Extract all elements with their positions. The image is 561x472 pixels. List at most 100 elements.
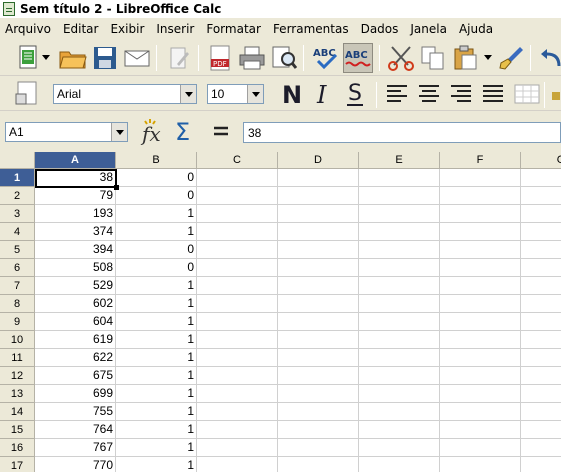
cell-d11[interactable] — [278, 349, 359, 367]
cell-f13[interactable] — [440, 385, 521, 403]
cell-b4[interactable]: 1 — [116, 223, 197, 241]
cell-c1[interactable] — [197, 169, 278, 187]
cell-e9[interactable] — [359, 313, 440, 331]
cell-e16[interactable] — [359, 439, 440, 457]
undo-icon[interactable] — [536, 43, 561, 73]
cell-e17[interactable] — [359, 457, 440, 472]
cell-a5[interactable]: 394 — [35, 241, 116, 259]
menu-exibir[interactable]: Exibir — [110, 22, 144, 36]
column-header-f[interactable]: F — [440, 152, 521, 169]
cell-g17[interactable] — [521, 457, 561, 472]
menu-ajuda[interactable]: Ajuda — [459, 22, 493, 36]
cut-scissors-icon[interactable] — [386, 43, 416, 73]
cell-g4[interactable] — [521, 223, 561, 241]
open-folder-icon[interactable] — [58, 43, 88, 73]
cell-c10[interactable] — [197, 331, 278, 349]
cell-f3[interactable] — [440, 205, 521, 223]
cell-a3[interactable]: 193 — [35, 205, 116, 223]
number-format-icon[interactable] — [550, 79, 560, 109]
cell-f5[interactable] — [440, 241, 521, 259]
cell-f6[interactable] — [440, 259, 521, 277]
cell-d7[interactable] — [278, 277, 359, 295]
bold-icon[interactable]: N — [276, 79, 306, 109]
cell-f9[interactable] — [440, 313, 521, 331]
cell-e8[interactable] — [359, 295, 440, 313]
cell-a8[interactable]: 602 — [35, 295, 116, 313]
cell-f2[interactable] — [440, 187, 521, 205]
font-name-dropdown-icon[interactable] — [180, 85, 196, 103]
column-header-c[interactable]: C — [197, 152, 278, 169]
cell-c16[interactable] — [197, 439, 278, 457]
cell-b6[interactable]: 0 — [116, 259, 197, 277]
italic-icon[interactable]: I — [308, 79, 338, 109]
cell-g2[interactable] — [521, 187, 561, 205]
row-header[interactable]: 2 — [0, 187, 35, 205]
cell-a4[interactable]: 374 — [35, 223, 116, 241]
row-header[interactable]: 6 — [0, 259, 35, 277]
cell-b13[interactable]: 1 — [116, 385, 197, 403]
export-pdf-icon[interactable]: PDF — [205, 43, 235, 73]
cell-b7[interactable]: 1 — [116, 277, 197, 295]
row-header[interactable]: 11 — [0, 349, 35, 367]
row-header[interactable]: 3 — [0, 205, 35, 223]
align-center-icon[interactable] — [414, 79, 444, 109]
cell-b10[interactable]: 1 — [116, 331, 197, 349]
cell-f4[interactable] — [440, 223, 521, 241]
cell-e11[interactable] — [359, 349, 440, 367]
cell-a6[interactable]: 508 — [35, 259, 116, 277]
cell-c4[interactable] — [197, 223, 278, 241]
formula-equals-icon[interactable] — [206, 116, 236, 146]
cell-d8[interactable] — [278, 295, 359, 313]
cell-g14[interactable] — [521, 403, 561, 421]
cell-a9[interactable]: 604 — [35, 313, 116, 331]
cell-e7[interactable] — [359, 277, 440, 295]
styles-formatting-icon[interactable] — [12, 79, 42, 109]
cell-c8[interactable] — [197, 295, 278, 313]
cell-c5[interactable] — [197, 241, 278, 259]
cell-e14[interactable] — [359, 403, 440, 421]
cell-e4[interactable] — [359, 223, 440, 241]
cell-c11[interactable] — [197, 349, 278, 367]
cell-c2[interactable] — [197, 187, 278, 205]
cell-c6[interactable] — [197, 259, 278, 277]
edit-file-icon[interactable] — [164, 43, 194, 73]
cell-d17[interactable] — [278, 457, 359, 472]
row-header[interactable]: 8 — [0, 295, 35, 313]
cell-e15[interactable] — [359, 421, 440, 439]
cell-b1[interactable]: 0 — [116, 169, 197, 187]
cell-g11[interactable] — [521, 349, 561, 367]
cell-a13[interactable]: 699 — [35, 385, 116, 403]
row-header[interactable]: 4 — [0, 223, 35, 241]
cell-c15[interactable] — [197, 421, 278, 439]
column-header-g[interactable]: G — [521, 152, 561, 169]
cell-g13[interactable] — [521, 385, 561, 403]
cell-e6[interactable] — [359, 259, 440, 277]
cell-e2[interactable] — [359, 187, 440, 205]
cell-f10[interactable] — [440, 331, 521, 349]
cell-g8[interactable] — [521, 295, 561, 313]
column-header-a[interactable]: A — [35, 152, 116, 169]
underline-icon[interactable]: S — [340, 79, 370, 109]
column-header-e[interactable]: E — [359, 152, 440, 169]
cell-b17[interactable]: 1 — [116, 457, 197, 472]
cell-g10[interactable] — [521, 331, 561, 349]
cell-a15[interactable]: 764 — [35, 421, 116, 439]
cell-b2[interactable]: 0 — [116, 187, 197, 205]
cell-e1[interactable] — [359, 169, 440, 187]
cell-a7[interactable]: 529 — [35, 277, 116, 295]
align-left-icon[interactable] — [382, 79, 412, 109]
cell-a14[interactable]: 755 — [35, 403, 116, 421]
cell-c3[interactable] — [197, 205, 278, 223]
menu-arquivo[interactable]: Arquivo — [5, 22, 51, 36]
paste-clipboard-icon[interactable] — [450, 43, 480, 73]
cell-f8[interactable] — [440, 295, 521, 313]
cell-g12[interactable] — [521, 367, 561, 385]
cell-f16[interactable] — [440, 439, 521, 457]
justify-icon[interactable] — [478, 79, 508, 109]
cell-b3[interactable]: 1 — [116, 205, 197, 223]
cell-c9[interactable] — [197, 313, 278, 331]
cell-g15[interactable] — [521, 421, 561, 439]
cell-g6[interactable] — [521, 259, 561, 277]
menu-editar[interactable]: Editar — [63, 22, 99, 36]
cell-b8[interactable]: 1 — [116, 295, 197, 313]
